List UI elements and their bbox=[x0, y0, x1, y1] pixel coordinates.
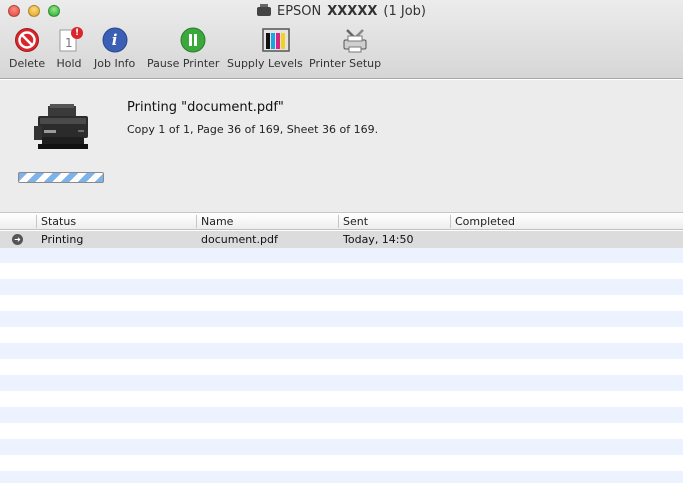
info-glyph: i bbox=[111, 31, 118, 49]
column-divider[interactable] bbox=[196, 215, 197, 228]
printer-image bbox=[34, 104, 92, 152]
print-progress-bar bbox=[18, 172, 104, 183]
supply-levels-label: Supply Levels bbox=[227, 57, 303, 70]
row-sent: Today, 14:50 bbox=[343, 233, 414, 246]
column-divider[interactable] bbox=[338, 215, 339, 228]
job-status-title: Printing "document.pdf" bbox=[127, 100, 284, 115]
print-queue-window: EPSON XXXXX (1 Job) Delete 1 ! Hold i Jo… bbox=[0, 0, 683, 483]
hold-label: Hold bbox=[56, 57, 82, 70]
title-toolbar: EPSON XXXXX (1 Job) Delete 1 ! Hold i Jo… bbox=[0, 0, 683, 79]
table-row[interactable]: ➜ Printing document.pdf Today, 14:50 bbox=[0, 231, 683, 248]
window-title: EPSON XXXXX (1 Job) bbox=[0, 4, 683, 19]
job-list bbox=[0, 231, 683, 483]
job-status-detail: Copy 1 of 1, Page 36 of 169, Sheet 36 of… bbox=[127, 123, 379, 136]
hold-page-number: 1 bbox=[65, 36, 73, 50]
printer-icon bbox=[257, 4, 271, 16]
job-table-header: Status Name Sent Completed bbox=[0, 214, 683, 230]
column-divider[interactable] bbox=[36, 215, 37, 228]
hold-button[interactable]: 1 ! Hold bbox=[55, 26, 83, 70]
info-icon: i bbox=[101, 26, 129, 54]
name-column-header[interactable]: Name bbox=[201, 215, 233, 228]
pause-printer-label: Pause Printer bbox=[147, 57, 220, 70]
pause-icon bbox=[179, 26, 207, 54]
hold-alert-badge: ! bbox=[71, 27, 83, 39]
delete-icon bbox=[13, 26, 41, 54]
job-info-button[interactable]: i Job Info bbox=[94, 26, 135, 70]
printer-setup-label: Printer Setup bbox=[309, 57, 382, 70]
pause-printer-button[interactable]: Pause Printer bbox=[147, 26, 219, 70]
arrow-right-icon: ➜ bbox=[12, 234, 23, 245]
job-info-label: Job Info bbox=[94, 57, 136, 70]
sent-column-header[interactable]: Sent bbox=[343, 215, 368, 228]
hold-icon: 1 ! bbox=[55, 26, 83, 54]
completed-column-header[interactable]: Completed bbox=[455, 215, 515, 228]
supply-levels-button[interactable]: Supply Levels bbox=[227, 26, 303, 70]
delete-button[interactable]: Delete bbox=[9, 26, 45, 70]
delete-label: Delete bbox=[9, 57, 46, 70]
row-status: Printing bbox=[41, 233, 84, 246]
ink-levels-icon bbox=[262, 26, 290, 54]
title-brand: EPSON bbox=[277, 4, 322, 19]
printer-setup-button[interactable]: Printer Setup bbox=[309, 26, 381, 70]
printer-setup-icon bbox=[341, 26, 369, 54]
row-name: document.pdf bbox=[201, 233, 278, 246]
column-divider[interactable] bbox=[450, 215, 451, 228]
title-model: XXXXX bbox=[327, 4, 378, 19]
title-jobs: (1 Job) bbox=[383, 4, 426, 19]
status-column-header[interactable]: Status bbox=[41, 215, 76, 228]
job-status-panel: Printing "document.pdf" Copy 1 of 1, Pag… bbox=[0, 80, 683, 213]
